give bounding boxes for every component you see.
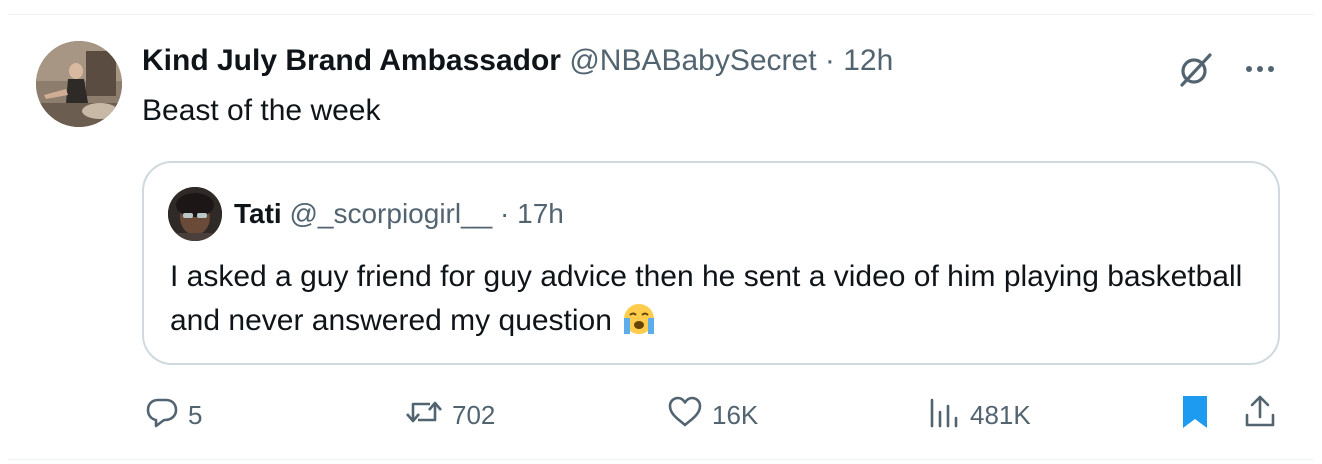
quote-header: Tati @_scorpiogirl__ · 17h xyxy=(234,197,564,231)
reply-button[interactable]: 5 xyxy=(144,391,202,439)
like-icon xyxy=(666,394,704,437)
views-icon xyxy=(926,394,962,437)
repost-icon xyxy=(404,394,444,437)
like-count: 16K xyxy=(712,399,759,430)
repost-button[interactable]: 702 xyxy=(404,391,495,439)
bookmark-button[interactable] xyxy=(1178,391,1212,439)
tweet-header: Kind July Brand Ambassador @NBABabySecre… xyxy=(142,43,893,79)
author-handle[interactable]: @NBABabySecret xyxy=(569,44,816,77)
quoted-tweet[interactable]: Tati @_scorpiogirl__ · 17h I asked a guy… xyxy=(142,161,1280,365)
reply-icon xyxy=(144,394,180,437)
quote-time[interactable]: 17h xyxy=(517,198,564,229)
more-icon[interactable] xyxy=(1240,49,1280,89)
bookmark-icon xyxy=(1178,393,1212,438)
quote-text: I asked a guy friend for guy advice then… xyxy=(170,260,1243,337)
tweet[interactable]: Kind July Brand Ambassador @NBABabySecre… xyxy=(8,14,1314,460)
quote-author-handle[interactable]: @_scorpiogirl__ xyxy=(289,198,492,229)
tweet-text: Beast of the week xyxy=(142,94,381,127)
like-button[interactable]: 16K xyxy=(666,391,758,439)
views-count: 481K xyxy=(970,399,1031,430)
reply-count: 5 xyxy=(188,399,203,430)
grok-icon[interactable] xyxy=(1176,49,1216,89)
views-button[interactable]: 481K xyxy=(926,391,1031,439)
quote-author-avatar[interactable] xyxy=(168,187,222,241)
quote-text-block: I asked a guy friend for guy advice then… xyxy=(170,255,1250,343)
share-icon xyxy=(1242,393,1278,438)
tweet-time[interactable]: 12h xyxy=(843,44,893,77)
time-separator: · xyxy=(824,44,835,77)
quote-time-separator: · xyxy=(500,198,510,229)
action-bar: 5 702 16K 481K xyxy=(142,391,1292,439)
loudly-crying-face-icon xyxy=(620,302,658,336)
quote-author-name[interactable]: Tati xyxy=(234,198,282,229)
share-button[interactable] xyxy=(1242,391,1278,439)
repost-count: 702 xyxy=(452,399,496,430)
author-avatar[interactable] xyxy=(36,41,122,127)
author-name[interactable]: Kind July Brand Ambassador xyxy=(142,44,561,77)
